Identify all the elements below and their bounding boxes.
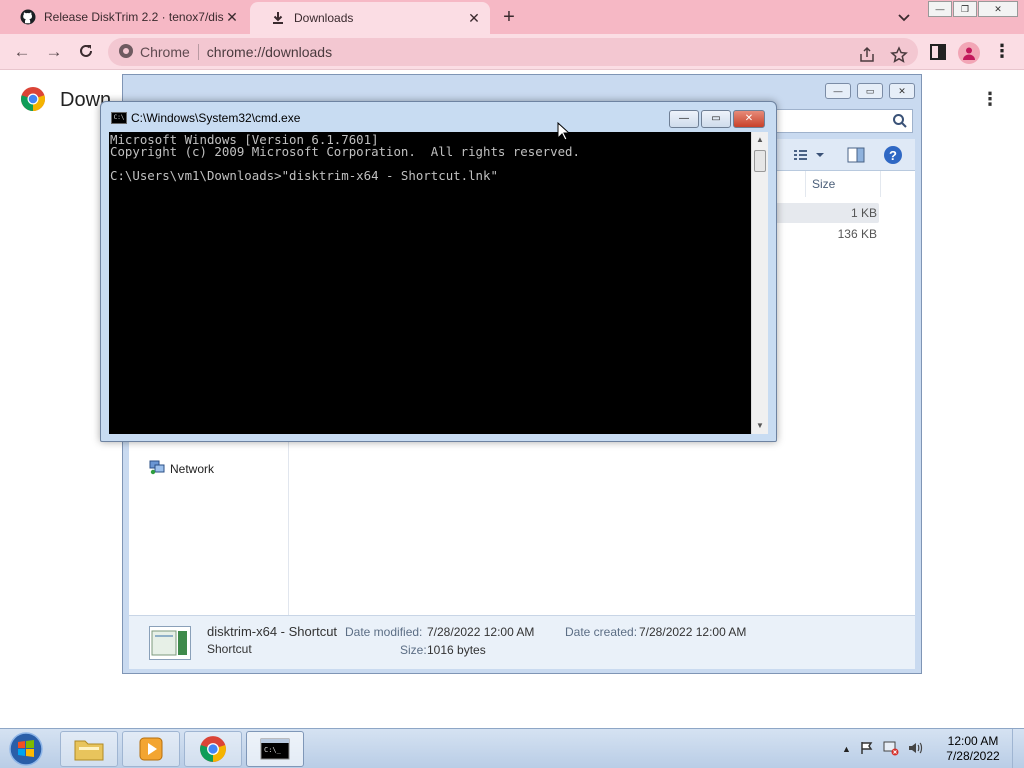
view-options-icon[interactable] [793, 147, 825, 166]
shortcut-file-icon [149, 626, 191, 660]
downloads-header: Down [20, 86, 111, 114]
chevron-down-icon[interactable] [896, 9, 912, 25]
forward-button[interactable]: → [44, 42, 64, 62]
network-status-icon[interactable] [883, 740, 899, 759]
close-icon[interactable]: ✕ [224, 9, 240, 25]
cmd-scrollbar[interactable]: ▲ ▼ [751, 132, 768, 434]
cmd-console-output[interactable]: Microsoft Windows [Version 6.1.7601] Cop… [109, 132, 751, 434]
system-tray: ▲ [842, 739, 923, 759]
volume-icon[interactable] [907, 740, 923, 759]
preview-pane-icon[interactable] [847, 146, 865, 167]
person-icon [963, 47, 975, 60]
details-pane: disktrim-x64 - Shortcut Shortcut Date mo… [129, 615, 915, 669]
clock-time: 12:00 AM [947, 734, 999, 748]
taskbar-clock[interactable]: 12:00 AM 7/28/2022 [940, 734, 1006, 764]
bookmark-star-icon[interactable] [890, 46, 908, 64]
back-button[interactable]: ← [12, 42, 32, 62]
window-close-button[interactable]: ✕ [978, 1, 1018, 17]
url-text[interactable]: chrome://downloads [207, 44, 332, 60]
cmd-window: C:\ C:\Windows\System32\cmd.exe — ▭ ✕ Mi… [100, 101, 777, 442]
reload-button[interactable] [76, 42, 96, 62]
details-date-created-label: Date created: [565, 625, 638, 639]
cmd-window-controls: — ▭ ✕ [669, 110, 765, 128]
more-options-icon[interactable]: ⋮ [980, 88, 1000, 110]
details-size: 1016 bytes [427, 643, 486, 657]
help-icon[interactable]: ? [883, 145, 903, 168]
explorer-minimize-button[interactable]: — [825, 83, 851, 99]
svg-text:C:\_: C:\_ [264, 746, 282, 754]
cmd-icon: C:\_ [260, 738, 290, 760]
close-icon[interactable]: ✕ [466, 10, 482, 26]
start-button[interactable] [6, 731, 46, 767]
github-icon [20, 9, 36, 25]
taskbar-chrome[interactable] [184, 731, 242, 767]
window-restore-button[interactable]: ❐ [953, 1, 977, 17]
details-file-type: Shortcut [207, 642, 252, 656]
show-desktop-button[interactable] [1012, 729, 1024, 768]
taskbar-media-player[interactable] [122, 731, 180, 767]
download-icon [270, 10, 286, 26]
action-center-icon[interactable] [859, 740, 875, 759]
explorer-maximize-button[interactable]: ▭ [857, 83, 883, 99]
nav-item-network[interactable]: Network [149, 459, 214, 478]
window-minimize-button[interactable]: — [928, 1, 952, 17]
details-size-label: Size: [400, 643, 427, 657]
profile-avatar[interactable] [958, 42, 980, 64]
chrome-logo-icon [20, 86, 46, 115]
details-date-modified-label: Date modified: [345, 625, 423, 639]
mouse-cursor-icon [557, 121, 571, 142]
media-player-icon [139, 737, 163, 761]
scroll-up-arrow-icon[interactable]: ▲ [752, 132, 768, 148]
tab-title: Downloads [294, 11, 354, 25]
chrome-site-icon [118, 43, 134, 62]
folder-icon [74, 740, 104, 761]
nav-item-label: Network [170, 461, 215, 476]
chrome-toolbar: ← → Chrome chrome://downloads ⋮ [0, 34, 1024, 70]
clock-date: 7/28/2022 [946, 749, 1000, 763]
svg-text:?: ? [889, 148, 897, 163]
network-icon [149, 459, 165, 478]
taskbar: C:\_ ▲ 12:00 AM 7/28/2022 [0, 728, 1024, 768]
scroll-down-arrow-icon[interactable]: ▼ [752, 418, 768, 434]
details-file-name: disktrim-x64 - Shortcut [207, 624, 338, 639]
cmd-window-title: C:\Windows\System32\cmd.exe [131, 111, 301, 125]
file-size-cell: 136 KB [837, 227, 877, 241]
explorer-close-button[interactable]: ✕ [889, 83, 915, 99]
address-bar[interactable]: Chrome chrome://downloads [108, 38, 918, 66]
tab-title: Release DiskTrim 2.2 · tenox7/dis [44, 10, 224, 24]
details-date-modified: 7/28/2022 12:00 AM [427, 625, 535, 639]
tab-downloads[interactable]: Downloads ✕ [250, 2, 490, 34]
search-icon[interactable] [892, 113, 908, 129]
chrome-tab-bar: Release DiskTrim 2.2 · tenox7/dis ✕ Down… [0, 0, 1024, 34]
windows-logo-icon [9, 732, 43, 766]
chrome-logo-icon [200, 736, 226, 762]
site-label: Chrome [140, 44, 190, 60]
taskbar-explorer[interactable] [60, 731, 118, 767]
tray-expand-icon[interactable]: ▲ [842, 744, 851, 754]
scroll-thumb[interactable] [754, 150, 766, 172]
taskbar-cmd[interactable]: C:\_ [246, 731, 304, 767]
cmd-close-button[interactable]: ✕ [733, 110, 765, 128]
chrome-menu-icon[interactable]: ⋮ [992, 42, 1012, 62]
cmd-maximize-button[interactable]: ▭ [701, 110, 731, 128]
column-header-size[interactable]: Size [805, 171, 881, 197]
details-date-created: 7/28/2022 12:00 AM [639, 625, 747, 639]
cmd-app-icon: C:\ [111, 112, 127, 124]
explorer-search-input[interactable] [773, 109, 913, 133]
explorer-window-controls: — ▭ ✕ [825, 83, 915, 99]
tab-release-disktrim[interactable]: Release DiskTrim 2.2 · tenox7/dis ✕ [0, 0, 248, 34]
cmd-title-bar[interactable]: C:\ C:\Windows\System32\cmd.exe — ▭ ✕ [101, 102, 776, 132]
file-size-cell: 1 KB [850, 206, 877, 220]
share-icon[interactable] [858, 46, 876, 64]
reload-icon [80, 44, 92, 57]
new-tab-button[interactable]: + [498, 6, 520, 28]
cmd-minimize-button[interactable]: — [669, 110, 699, 128]
side-panel-icon[interactable] [928, 42, 948, 62]
